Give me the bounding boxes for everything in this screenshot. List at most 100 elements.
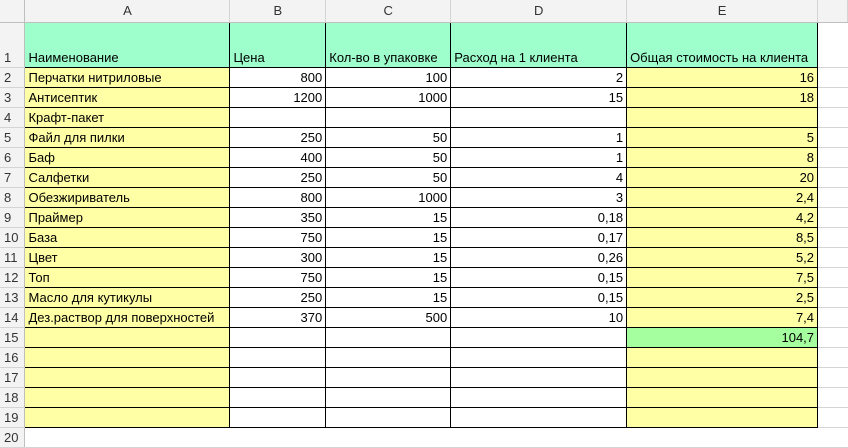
grand-total-cell[interactable]: 104,7 <box>626 326 819 348</box>
cell-name[interactable]: Масло для кутикулы <box>24 286 231 308</box>
row-header[interactable]: 12 <box>0 267 26 288</box>
header-cell-price[interactable]: Цена <box>229 21 327 68</box>
cell-name[interactable]: Праймер <box>24 206 231 228</box>
empty-cell[interactable] <box>450 427 627 448</box>
cell-pack-qty[interactable]: 15 <box>325 266 452 288</box>
empty-cell[interactable] <box>817 347 848 368</box>
cell-name[interactable]: Топ <box>24 266 231 288</box>
cell-total[interactable]: 16 <box>626 66 819 88</box>
empty-cell[interactable] <box>817 167 848 188</box>
cell-name[interactable]: Дез.раствор для поверхностей <box>24 306 231 328</box>
header-cell-total[interactable]: Общая стоимость на клиента <box>626 21 819 68</box>
cell-total[interactable]: 20 <box>626 166 819 188</box>
row-header[interactable]: 3 <box>0 87 26 108</box>
row-header[interactable]: 8 <box>0 187 26 208</box>
cell-pack-qty[interactable]: 15 <box>325 206 452 228</box>
cell-pack-qty[interactable]: 15 <box>325 246 452 268</box>
empty-cell[interactable] <box>817 147 848 168</box>
cell-name[interactable]: Обезжириватель <box>24 186 231 208</box>
cell-total[interactable]: 8 <box>626 146 819 168</box>
cell-name[interactable]: Крафт-пакет <box>24 106 231 128</box>
cell-pack-qty[interactable]: 15 <box>325 286 452 308</box>
cell-name[interactable]: Баф <box>24 146 231 168</box>
row-header[interactable]: 7 <box>0 167 26 188</box>
cell-price[interactable] <box>229 366 327 388</box>
cell-pack-qty[interactable] <box>325 386 452 408</box>
cell-total[interactable]: 2,5 <box>626 286 819 308</box>
row-header[interactable]: 11 <box>0 247 26 268</box>
row-header[interactable]: 13 <box>0 287 26 308</box>
cell-usage[interactable] <box>450 106 628 128</box>
cell-usage[interactable] <box>450 406 628 428</box>
cell-total[interactable]: 2,4 <box>626 186 819 208</box>
cell-name[interactable] <box>24 406 231 428</box>
cell-pack-qty[interactable]: 1000 <box>325 86 452 108</box>
cell-usage[interactable]: 10 <box>450 306 628 328</box>
cell-total[interactable] <box>626 366 819 388</box>
cell-pack-qty[interactable] <box>325 346 452 368</box>
cell-price[interactable] <box>229 106 327 128</box>
empty-cell[interactable] <box>817 87 848 108</box>
empty-cell[interactable] <box>817 247 848 268</box>
cell-total[interactable] <box>626 406 819 428</box>
header-cell-pack-qty[interactable]: Кол-во в упаковке <box>325 21 452 68</box>
cell-usage[interactable]: 0,17 <box>450 226 628 248</box>
row-header[interactable]: 6 <box>0 147 26 168</box>
cell-usage[interactable] <box>450 326 628 348</box>
row-header[interactable]: 1 <box>0 22 26 68</box>
cell-name[interactable]: Перчатки нитриловые <box>24 66 231 88</box>
header-cell-usage[interactable]: Расход на 1 клиента <box>450 21 628 68</box>
cell-pack-qty[interactable]: 50 <box>325 126 452 148</box>
column-header-e[interactable]: E <box>626 0 819 23</box>
cell-usage[interactable]: 4 <box>450 166 628 188</box>
cell-price[interactable]: 800 <box>229 186 327 208</box>
cell-price[interactable]: 250 <box>229 286 327 308</box>
cell-price[interactable]: 400 <box>229 146 327 168</box>
row-header[interactable]: 16 <box>0 347 26 368</box>
cell-total[interactable]: 18 <box>626 86 819 108</box>
cell-pack-qty[interactable]: 500 <box>325 306 452 328</box>
cell-name[interactable]: База <box>24 226 231 248</box>
cell-price[interactable]: 800 <box>229 66 327 88</box>
cell-price[interactable]: 250 <box>229 166 327 188</box>
empty-cell[interactable] <box>817 407 848 428</box>
cell-pack-qty[interactable]: 1000 <box>325 186 452 208</box>
empty-cell[interactable] <box>229 427 326 448</box>
row-header[interactable]: 20 <box>0 427 26 448</box>
cell-usage[interactable]: 15 <box>450 86 628 108</box>
empty-cell[interactable] <box>817 67 848 88</box>
cell-price[interactable] <box>229 326 327 348</box>
cell-name[interactable] <box>24 346 231 368</box>
cell-pack-qty[interactable] <box>325 326 452 348</box>
empty-cell[interactable] <box>817 387 848 408</box>
cell-usage[interactable]: 0,15 <box>450 266 628 288</box>
cell-price[interactable] <box>229 406 327 428</box>
cell-name[interactable]: Салфетки <box>24 166 231 188</box>
cell-usage[interactable]: 0,18 <box>450 206 628 228</box>
cell-pack-qty[interactable]: 50 <box>325 166 452 188</box>
empty-cell[interactable] <box>817 22 848 68</box>
cell-price[interactable]: 300 <box>229 246 327 268</box>
cell-price[interactable]: 750 <box>229 266 327 288</box>
select-all-corner[interactable] <box>0 0 26 23</box>
empty-cell[interactable] <box>817 287 848 308</box>
cell-total[interactable]: 5 <box>626 126 819 148</box>
cell-total[interactable] <box>626 386 819 408</box>
cell-name[interactable]: Антисептик <box>24 86 231 108</box>
cell-total[interactable] <box>626 106 819 128</box>
row-header[interactable]: 15 <box>0 327 26 348</box>
cell-usage[interactable]: 1 <box>450 126 628 148</box>
row-header[interactable]: 9 <box>0 207 26 228</box>
cell-name[interactable] <box>24 386 231 408</box>
cell-usage[interactable] <box>450 346 628 368</box>
cell-price[interactable]: 350 <box>229 206 327 228</box>
cell-usage[interactable]: 0,15 <box>450 286 628 308</box>
cell-name[interactable] <box>24 326 231 348</box>
cell-price[interactable] <box>229 346 327 368</box>
row-header[interactable]: 18 <box>0 387 26 408</box>
row-header[interactable]: 5 <box>0 127 26 148</box>
cell-pack-qty[interactable]: 15 <box>325 226 452 248</box>
cell-total[interactable]: 7,4 <box>626 306 819 328</box>
column-header-d[interactable]: D <box>450 0 628 23</box>
column-header-c[interactable]: C <box>325 0 452 23</box>
